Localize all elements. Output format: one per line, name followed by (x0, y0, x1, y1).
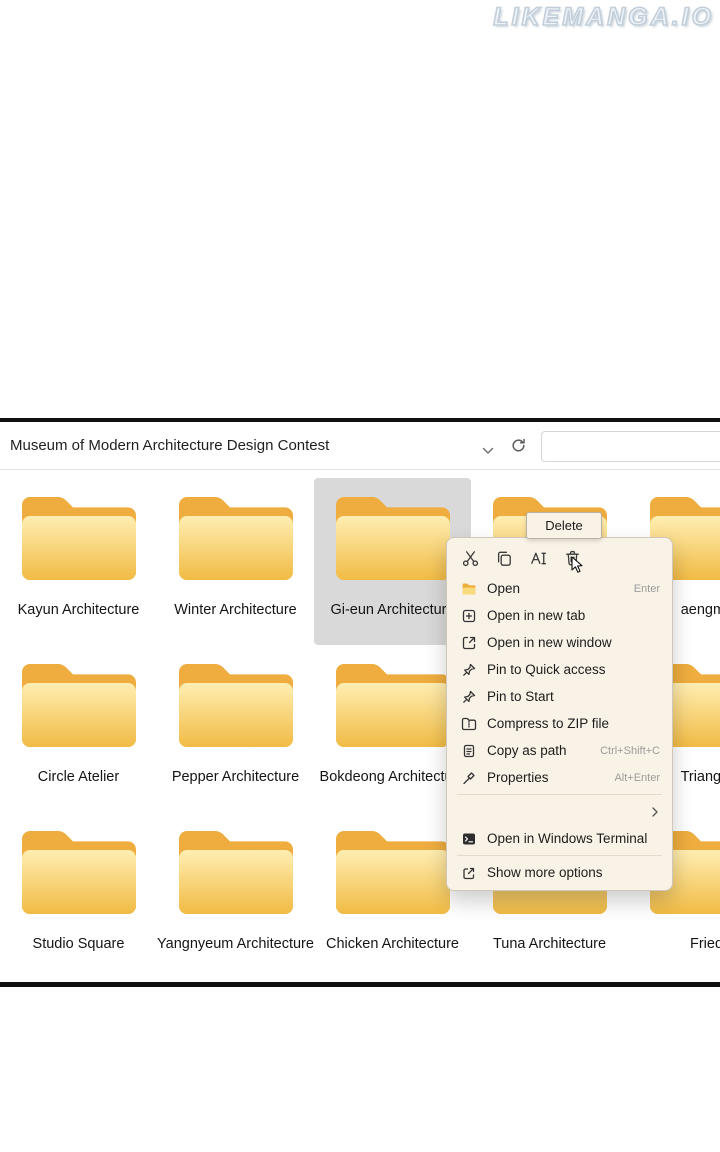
menu-item-label: Pin to Quick access (487, 662, 606, 677)
menu-item-pin-quick-access[interactable]: Pin to Quick access (451, 656, 668, 683)
properties-icon (461, 770, 477, 786)
folder-label: Studio Square (33, 936, 125, 952)
context-menu: Open Enter Open in new tab Open in new w… (446, 537, 673, 891)
folder-icon (461, 581, 477, 597)
refresh-icon[interactable] (510, 437, 527, 459)
menu-item-label: Copy as path (487, 743, 567, 758)
folder-icon (12, 651, 146, 761)
menu-item-label: Open in new tab (487, 608, 585, 623)
address-bar: Museum of Modern Architecture Design Con… (0, 422, 720, 470)
address-path[interactable]: Museum of Modern Architecture Design Con… (10, 422, 329, 470)
rename-icon[interactable] (528, 548, 548, 568)
folder-label: Gi-eun Architecture (330, 602, 454, 618)
submenu-chevron-icon (650, 807, 660, 817)
delete-tooltip: Delete (526, 512, 602, 539)
menu-item-shortcut: Enter (634, 583, 660, 595)
folder-icon (326, 484, 460, 594)
menu-separator (457, 794, 662, 795)
page: LIKEMANGA.IO Museum of Modern Architectu… (0, 0, 720, 1152)
terminal-icon (461, 831, 477, 847)
menu-item-open-terminal[interactable]: Open in Windows Terminal (451, 825, 668, 852)
folder-label: aengmy (681, 602, 720, 618)
menu-item-submenu[interactable] (451, 798, 668, 825)
chevron-down-icon[interactable] (482, 442, 494, 460)
menu-item-label: Show more options (487, 865, 603, 880)
folder-icon (12, 484, 146, 594)
context-menu-toolbar (451, 542, 668, 575)
menu-item-compress-zip[interactable]: Compress to ZIP file (451, 710, 668, 737)
folder-item[interactable]: Pepper Architecture (157, 645, 314, 812)
menu-item-label: Properties (487, 770, 549, 785)
folder-label: Fried (690, 936, 720, 952)
menu-item-label: Open (487, 581, 520, 596)
menu-item-properties[interactable]: Properties Alt+Enter (451, 764, 668, 791)
folder-label: Winter Architecture (174, 602, 297, 618)
folder-label: Yangnyeum Architecture (157, 936, 314, 952)
copy-icon[interactable] (494, 548, 514, 568)
folder-item[interactable]: Kayun Architecture (0, 478, 157, 645)
folder-icon (169, 818, 303, 928)
new-window-icon (461, 635, 477, 651)
new-tab-icon (461, 608, 477, 624)
folder-label: Chicken Architecture (326, 936, 459, 952)
pin-icon (461, 689, 477, 705)
folder-label: Circle Atelier (38, 769, 119, 785)
menu-item-shortcut: Ctrl+Shift+C (600, 745, 660, 757)
menu-item-shortcut: Alt+Enter (614, 772, 660, 784)
folder-label: Triangle (681, 769, 720, 785)
zip-folder-icon (461, 716, 477, 732)
pin-icon (461, 662, 477, 678)
folder-label: Pepper Architecture (172, 769, 299, 785)
folder-item[interactable]: Winter Architecture (157, 478, 314, 645)
menu-item-open-new-tab[interactable]: Open in new tab (451, 602, 668, 629)
folder-icon (326, 818, 460, 928)
menu-item-label: Open in Windows Terminal (487, 831, 647, 846)
folder-icon (12, 818, 146, 928)
more-options-icon (461, 865, 477, 881)
folder-item[interactable]: Circle Atelier (0, 645, 157, 812)
folder-label: Kayun Architecture (18, 602, 140, 618)
menu-item-label: Compress to ZIP file (487, 716, 609, 731)
menu-item-pin-start[interactable]: Pin to Start (451, 683, 668, 710)
folder-icon (326, 651, 460, 761)
menu-item-label: Pin to Start (487, 689, 554, 704)
search-input[interactable] (541, 431, 720, 462)
mouse-cursor (571, 556, 587, 574)
site-watermark: LIKEMANGA.IO (493, 3, 714, 32)
menu-item-copy-as-path[interactable]: Copy as path Ctrl+Shift+C (451, 737, 668, 764)
folder-item[interactable]: Studio Square (0, 812, 157, 979)
copy-path-icon (461, 743, 477, 759)
folder-label: Bokdeong Architecture (320, 769, 466, 785)
folder-label: Tuna Architecture (493, 936, 606, 952)
folder-item[interactable]: Yangnyeum Architecture (157, 812, 314, 979)
menu-item-show-more[interactable]: Show more options (451, 859, 668, 886)
menu-item-label: Open in new window (487, 635, 612, 650)
menu-item-open-new-window[interactable]: Open in new window (451, 629, 668, 656)
menu-separator (457, 855, 662, 856)
folder-icon (169, 651, 303, 761)
cut-icon[interactable] (460, 548, 480, 568)
menu-item-open[interactable]: Open Enter (451, 575, 668, 602)
folder-icon (169, 484, 303, 594)
bottom-divider (0, 982, 720, 987)
